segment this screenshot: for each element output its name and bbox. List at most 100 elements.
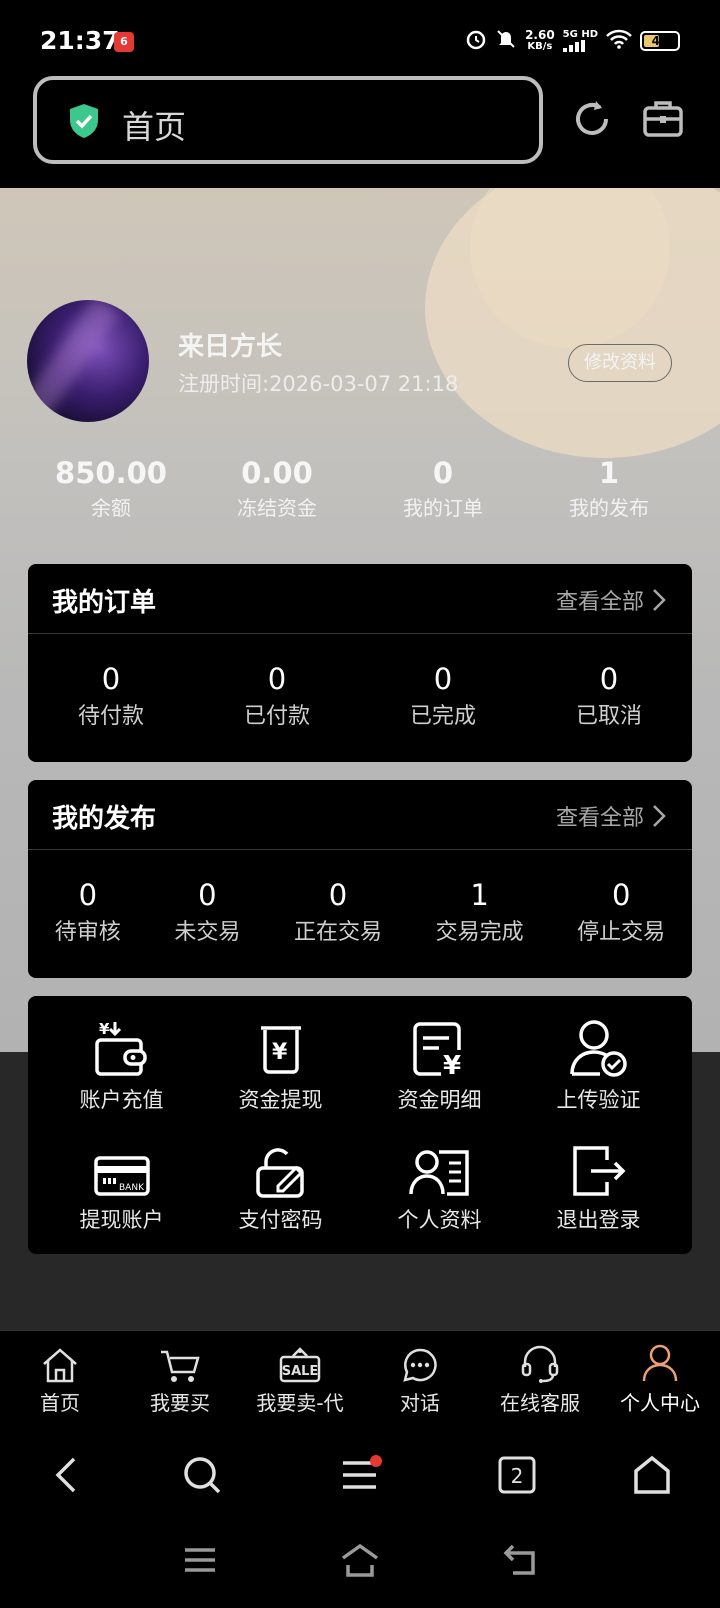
status-bar: 21:37 6 2.60 KB/s 5G HD 46 [0,0,720,76]
system-back-icon[interactable] [503,1543,537,1581]
stat-label: 余额 [91,496,131,520]
cart-icon [160,1349,200,1387]
nav-sell[interactable]: SALE 我要卖-代 [240,1331,360,1425]
search-icon[interactable] [182,1455,222,1499]
chevron-right-icon[interactable] [652,804,666,832]
publish-status-trading[interactable]: 0 正在交易 [294,878,382,946]
svg-text:¥: ¥ [272,1040,288,1065]
stat-orders[interactable]: 0 我的订单 [360,456,526,521]
publish-status-stopped[interactable]: 0 停止交易 [577,878,665,946]
publish-view-all[interactable]: 查看全部 [556,800,644,832]
wallet-recharge-icon: ¥ [93,1018,151,1082]
stat-label: 冻结资金 [237,496,317,520]
tool-recharge[interactable]: ¥ 账户充值 [42,1020,201,1114]
tool-pay-password[interactable]: 支付密码 [201,1140,360,1234]
stat-publish[interactable]: 1 我的发布 [526,456,692,521]
tool-profile[interactable]: 个人资料 [360,1140,519,1234]
fund-detail-icon: ¥ [411,1020,469,1082]
nav-label: 个人中心 [620,1391,700,1415]
tabs-icon[interactable]: 2 [497,1455,537,1499]
back-icon[interactable] [52,1455,80,1499]
nav-home[interactable]: 首页 [0,1331,120,1425]
publish-status-completed[interactable]: 1 交易完成 [436,878,524,946]
home-icon [41,1347,79,1387]
bank-card-icon: BANK [93,1152,151,1202]
stat-balance[interactable]: 850.00 余额 [28,456,194,521]
order-status-paid[interactable]: 0 已付款 [244,662,310,730]
nav-support[interactable]: 在线客服 [480,1331,600,1425]
refresh-icon[interactable] [570,97,614,145]
order-status-cancelled[interactable]: 0 已取消 [576,662,642,730]
orders-card: 我的订单 查看全部 0 待付款 0 已付款 0 已完成 0 已取消 [28,564,692,762]
nav-chat[interactable]: 对话 [360,1331,480,1425]
tool-label: 资金提现 [238,1088,323,1112]
sale-tag-icon: SALE [279,1347,321,1387]
publish-status-pending-review[interactable]: 0 待审核 [55,878,121,946]
orders-view-all[interactable]: 查看全部 [556,584,644,616]
address-text: 首页 [122,108,187,146]
stat-value: 1 [598,456,620,490]
stat-value: 850.00 [55,456,167,490]
network-speed: 2.60 KB/s [525,28,555,52]
tool-withdraw[interactable]: ¥ 资金提现 [201,1020,360,1114]
stat-value: 0.00 [241,456,313,490]
nav-profile[interactable]: 个人中心 [600,1331,720,1425]
nav-label: 对话 [400,1391,440,1415]
nav-label: 我要买 [150,1391,210,1415]
bottom-nav: 首页 我要买 SALE 我要卖-代 对话 在线客服 个人中心 [0,1330,720,1425]
publish-card: 我的发布 查看全部 0 待审核 0 未交易 0 正在交易 1 交易完成 0 停止交易 [28,780,692,978]
tool-label: 提现账户 [79,1208,164,1232]
avatar[interactable] [27,300,149,422]
wifi-icon [606,29,632,53]
tool-verify[interactable]: 上传验证 [519,1020,678,1114]
withdraw-icon: ¥ [255,1022,307,1082]
browser-home-icon[interactable] [632,1455,672,1499]
alarm-icon [465,28,487,54]
edit-profile-button[interactable]: 修改资料 [568,344,672,382]
headset-icon [520,1345,560,1387]
address-bar[interactable]: 首页 [33,76,543,164]
chevron-right-icon[interactable] [652,588,666,616]
tool-logout[interactable]: 退出登录 [519,1140,678,1234]
svg-text:SALE: SALE [282,1364,319,1379]
order-status-pending-payment[interactable]: 0 待付款 [78,662,144,730]
profile-card-icon [408,1148,471,1202]
logout-icon [571,1144,627,1202]
stat-label: 我的发布 [569,496,649,520]
svg-text:¥: ¥ [99,1020,110,1038]
orders-title: 我的订单 [52,588,157,618]
orders-card-header: 我的订单 查看全部 [28,564,692,634]
tools-grid: ¥ 账户充值 ¥ 资金提现 ¥ 资金明细 上传验证 BANK 提现账户 支付密码… [28,996,692,1234]
tool-withdraw-account[interactable]: BANK 提现账户 [42,1140,201,1234]
battery-icon: 46 [640,31,680,51]
recent-apps-icon[interactable] [183,1545,217,1579]
toolbox-icon[interactable] [642,98,684,144]
system-home-icon[interactable] [340,1543,380,1581]
shield-check-icon [67,102,101,144]
publish-status-not-traded[interactable]: 0 未交易 [174,878,240,946]
tool-label: 个人资料 [397,1208,482,1232]
nav-buy[interactable]: 我要买 [120,1331,240,1425]
stat-frozen[interactable]: 0.00 冻结资金 [194,456,360,521]
system-nav-bar [0,1525,720,1608]
register-time: 注册时间:2026-03-07 21:18 [178,372,459,396]
publish-status-row: 0 待审核 0 未交易 0 正在交易 1 交易完成 0 停止交易 [28,850,692,946]
tool-label: 资金明细 [397,1088,482,1112]
tool-label: 账户充值 [79,1088,164,1112]
tool-fund-detail[interactable]: ¥ 资金明细 [360,1020,519,1114]
username: 来日方长 [178,332,283,362]
lock-edit-icon [254,1144,308,1202]
user-icon [641,1343,679,1387]
tool-label: 退出登录 [556,1208,641,1232]
svg-text:2: 2 [511,1464,524,1488]
browser-top-bar: 首页 [0,76,720,188]
order-status-completed[interactable]: 0 已完成 [410,662,476,730]
stat-label: 我的订单 [403,496,483,520]
publish-title: 我的发布 [52,804,157,834]
menu-icon[interactable] [340,1455,382,1499]
tool-label: 支付密码 [238,1208,323,1232]
status-icons: 2.60 KB/s 5G HD 46 [465,28,680,54]
stat-value: 0 [432,456,454,490]
signal-icon: 5G HD [562,30,598,52]
publish-card-header: 我的发布 查看全部 [28,780,692,850]
